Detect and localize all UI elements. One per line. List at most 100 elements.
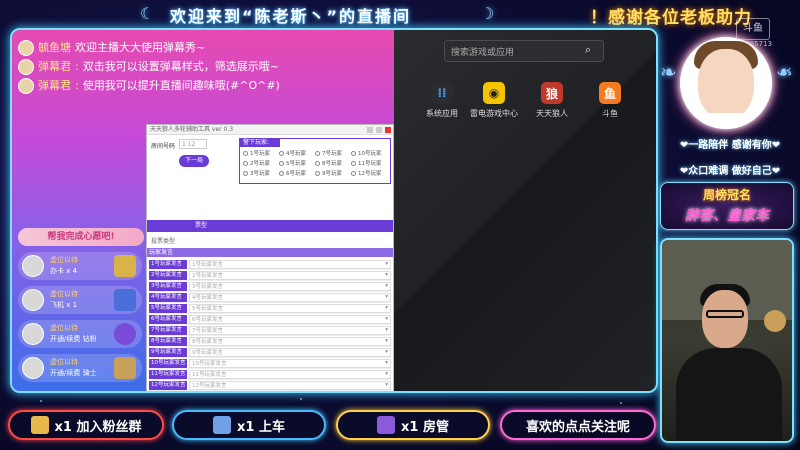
emulator-desktop: 搜索游戏或应用 ⌕ ⁞⁞ 系统应用 ◉ 雷电游戏中心 狼 天天狼人 鱼 斗鱼: [394, 30, 656, 391]
maximize-button[interactable]: [376, 127, 382, 133]
fan-card-icon: [30, 416, 49, 434]
gift-name: 办卡 x 4: [50, 267, 78, 275]
speech-row: 8号玩家发言 8号玩家发言: [149, 336, 391, 347]
chat-text: 使用我可以提升直播间趣味哦(#^O^#): [82, 79, 280, 92]
speech-select[interactable]: 5号玩家发言: [189, 303, 391, 313]
speech-row: 11号玩家发言 11号玩家发言: [149, 369, 391, 380]
chat-username: 弹幕君: [38, 60, 71, 73]
gift-wish-item: 虚位以待 开通/续费 钻粉: [18, 320, 142, 348]
gift-name: 开通/续费 钻粉: [50, 335, 97, 343]
speech-select[interactable]: 3号玩家发言: [189, 281, 391, 291]
player-radio[interactable]: 7号玩家: [315, 149, 351, 157]
player-radio[interactable]: 9号玩家: [315, 169, 351, 177]
player-radio[interactable]: 1号玩家: [243, 149, 279, 157]
vote-section-bar: 票型: [147, 220, 393, 232]
board-car-button[interactable]: x1 上车: [172, 410, 326, 440]
player-section-title: 警下玩家:: [240, 139, 280, 147]
wall-logo-icon: [764, 310, 786, 332]
minimize-button[interactable]: [367, 127, 373, 133]
star-decoration: [300, 398, 302, 400]
speech-row: 12号玩家发言 12号玩家发言: [149, 380, 391, 391]
player-radio[interactable]: 5号玩家: [279, 159, 315, 167]
douyu-watermark: 斗鱼: [736, 18, 770, 40]
chat-avatar: [18, 39, 34, 56]
wing-icon: ❧: [660, 60, 677, 84]
close-button[interactable]: [385, 127, 391, 133]
room-admin-button[interactable]: x1 房管: [336, 410, 490, 440]
gift-user: 虚位以待: [50, 358, 78, 366]
avatar: [22, 357, 44, 379]
vote-type-label: 投票类型: [151, 238, 176, 245]
gift-user: 虚位以待: [50, 290, 78, 298]
chat-message: 毓鱼塘 欢迎主播大大使用弹幕秀~: [18, 38, 280, 57]
app-douyu[interactable]: 鱼 斗鱼: [584, 82, 636, 119]
player-radio-grid: 1号玩家 4号玩家 7号玩家 10号玩家 2号玩家 5号玩家 8号玩家 11号玩…: [240, 147, 390, 179]
plane-icon: [213, 416, 232, 434]
slogan-line-2: ❤众口难调 做好自己❤: [679, 166, 781, 177]
speech-select[interactable]: 12号玩家发言: [189, 380, 391, 390]
speech-rows: 1号玩家发言1号玩家发言 2号玩家发言2号玩家发言 3号玩家发言3号玩家发言 4…: [149, 259, 391, 391]
moon-icon: ☾: [140, 4, 155, 23]
chat-pane: 毓鱼塘 欢迎主播大大使用弹幕秀~ 弹幕君: 双击我可以设置弹幕样式，筛选展示哦~…: [12, 30, 394, 391]
speech-row: 6号玩家发言 6号玩家发言: [149, 314, 391, 325]
douyu-icon: 鱼: [599, 82, 621, 104]
speech-select[interactable]: 2号玩家发言: [189, 270, 391, 280]
chat-username: 毓鱼塘: [38, 41, 71, 54]
player-radio[interactable]: 8号玩家: [315, 159, 351, 167]
player-select-box: 警下玩家: 1号玩家 4号玩家 7号玩家 10号玩家 2号玩家 5号玩家 8号玩…: [239, 138, 391, 184]
grid-icon: ⁞⁞: [431, 82, 453, 104]
welcome-banner: 欢迎来到“陈老斯丶”的直播间: [170, 7, 412, 26]
thanks-banner: ！感谢各位老板助力: [590, 7, 752, 28]
speech-row: 3号玩家发言 3号玩家发言: [149, 281, 391, 292]
rank-names: 辞客、皇家车: [685, 208, 769, 224]
player-radio[interactable]: 2号玩家: [243, 159, 279, 167]
wing-icon: ❧: [776, 60, 793, 84]
star-decoration: [620, 402, 622, 404]
speech-select[interactable]: 9号玩家发言: [189, 347, 391, 357]
card-gift-icon: [114, 255, 136, 277]
gift-wish-item: 虚位以待 办卡 x 4: [18, 252, 142, 280]
player-radio[interactable]: 3号玩家: [243, 169, 279, 177]
speech-select[interactable]: 4号玩家发言: [189, 292, 391, 302]
player-radio[interactable]: 10号玩家: [351, 149, 387, 157]
player-radio[interactable]: 4号玩家: [279, 149, 315, 157]
star-decoration: [40, 400, 42, 402]
join-fan-group-button[interactable]: x1 加入粉丝群: [8, 410, 164, 440]
gift-wish-item: 虚位以待飞机 x 1: [18, 286, 142, 314]
player-radio[interactable]: 11号玩家: [351, 159, 387, 167]
speech-row: 7号玩家发言 7号玩家发言: [149, 325, 391, 336]
weekly-rank-box: 周榜冠名 辞客、皇家车: [660, 182, 794, 230]
plane-gift-icon: [114, 289, 136, 311]
chat-list: 毓鱼塘 欢迎主播大大使用弹幕秀~ 弹幕君: 双击我可以设置弹幕样式，筛选展示哦~…: [18, 38, 280, 95]
app-system[interactable]: ⁞⁞ 系统应用: [416, 82, 468, 119]
follow-prompt-button[interactable]: 喜欢的点点关注呢: [500, 410, 656, 440]
next-round-button[interactable]: 下一局: [179, 155, 209, 167]
werewolf-icon: 狼: [541, 82, 563, 104]
tool-titlebar: 天天狼人多轮辅助工具 ver 0.3: [147, 125, 393, 135]
speech-select[interactable]: 11号玩家发言: [189, 369, 391, 379]
chat-username: 弹幕君: [38, 79, 71, 92]
speech-select[interactable]: 7号玩家发言: [189, 325, 391, 335]
speech-select[interactable]: 10号玩家发言: [189, 358, 391, 368]
gift-name: 飞机 x 1: [50, 301, 78, 309]
speech-select[interactable]: 6号玩家发言: [189, 314, 391, 324]
speech-row: 4号玩家发言 4号玩家发言: [149, 292, 391, 303]
player-radio[interactable]: 6号玩家: [279, 169, 315, 177]
chat-avatar: [18, 77, 34, 94]
player-radio[interactable]: 12号玩家: [351, 169, 387, 177]
app-ldgame[interactable]: ◉ 雷电游戏中心: [468, 82, 520, 119]
moon-icon: ☽: [480, 4, 495, 23]
search-icon[interactable]: ⌕: [585, 44, 597, 56]
chat-text: 双击我可以设置弹幕样式，筛选展示哦~: [82, 60, 279, 73]
avatar: [22, 289, 44, 311]
search-input[interactable]: 搜索游戏或应用 ⌕: [444, 40, 604, 62]
speech-select[interactable]: 1号玩家发言: [189, 259, 391, 269]
knight-badge-icon: [114, 357, 136, 379]
room-code-input[interactable]: 1 12: [179, 139, 207, 149]
diamond-fan-icon: [114, 323, 136, 345]
stream-frame: 毓鱼塘 欢迎主播大大使用弹幕秀~ 弹幕君: 双击我可以设置弹幕样式，筛选展示哦~…: [10, 28, 658, 393]
rocket-icon: [377, 416, 396, 434]
speech-select[interactable]: 8号玩家发言: [189, 336, 391, 346]
app-werewolf[interactable]: 狼 天天狼人: [526, 82, 578, 119]
slogan-line-1: ❤一路陪伴 感谢有你❤: [679, 140, 781, 151]
